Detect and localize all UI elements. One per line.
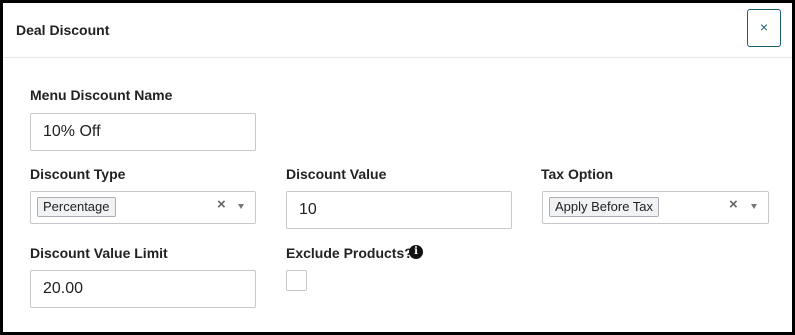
discount-type-clear-icon[interactable]: × bbox=[217, 196, 226, 213]
close-icon: × bbox=[759, 19, 769, 35]
close-button[interactable]: × bbox=[747, 9, 781, 47]
discount-type-select[interactable]: Percentage × bbox=[30, 191, 256, 224]
discount-value-input[interactable]: 10 bbox=[286, 191, 512, 229]
exclude-products-checkbox[interactable] bbox=[286, 270, 307, 291]
discount-value-limit-label: Discount Value Limit bbox=[30, 245, 168, 261]
discount-value-label: Discount Value bbox=[286, 166, 387, 182]
menu-discount-name-label: Menu Discount Name bbox=[30, 87, 173, 103]
discount-type-label: Discount Type bbox=[30, 166, 126, 182]
discount-type-chevron-down-icon[interactable] bbox=[238, 204, 244, 209]
menu-discount-name-value: 10% Off bbox=[43, 123, 101, 140]
discount-value-limit-value: 20.00 bbox=[43, 280, 84, 297]
info-icon[interactable]: i bbox=[409, 245, 423, 259]
tax-option-chevron-down-icon[interactable] bbox=[751, 204, 757, 209]
deal-discount-modal: Deal Discount × Menu Discount Name 10% O… bbox=[0, 0, 795, 335]
tax-option-select[interactable]: Apply Before Tax × bbox=[542, 191, 769, 224]
modal-header: Deal Discount × bbox=[3, 3, 792, 58]
tax-option-clear-icon[interactable]: × bbox=[729, 196, 738, 213]
discount-value-value: 10 bbox=[299, 201, 317, 218]
modal-title: Deal Discount bbox=[16, 22, 110, 38]
discount-value-limit-input[interactable]: 20.00 bbox=[30, 270, 256, 308]
tax-option-label: Tax Option bbox=[541, 166, 614, 182]
menu-discount-name-input[interactable]: 10% Off bbox=[30, 113, 256, 151]
tax-option-selected-tag: Apply Before Tax bbox=[549, 197, 660, 217]
discount-type-selected-tag: Percentage bbox=[37, 197, 116, 217]
exclude-products-label: Exclude Products? bbox=[286, 245, 413, 261]
